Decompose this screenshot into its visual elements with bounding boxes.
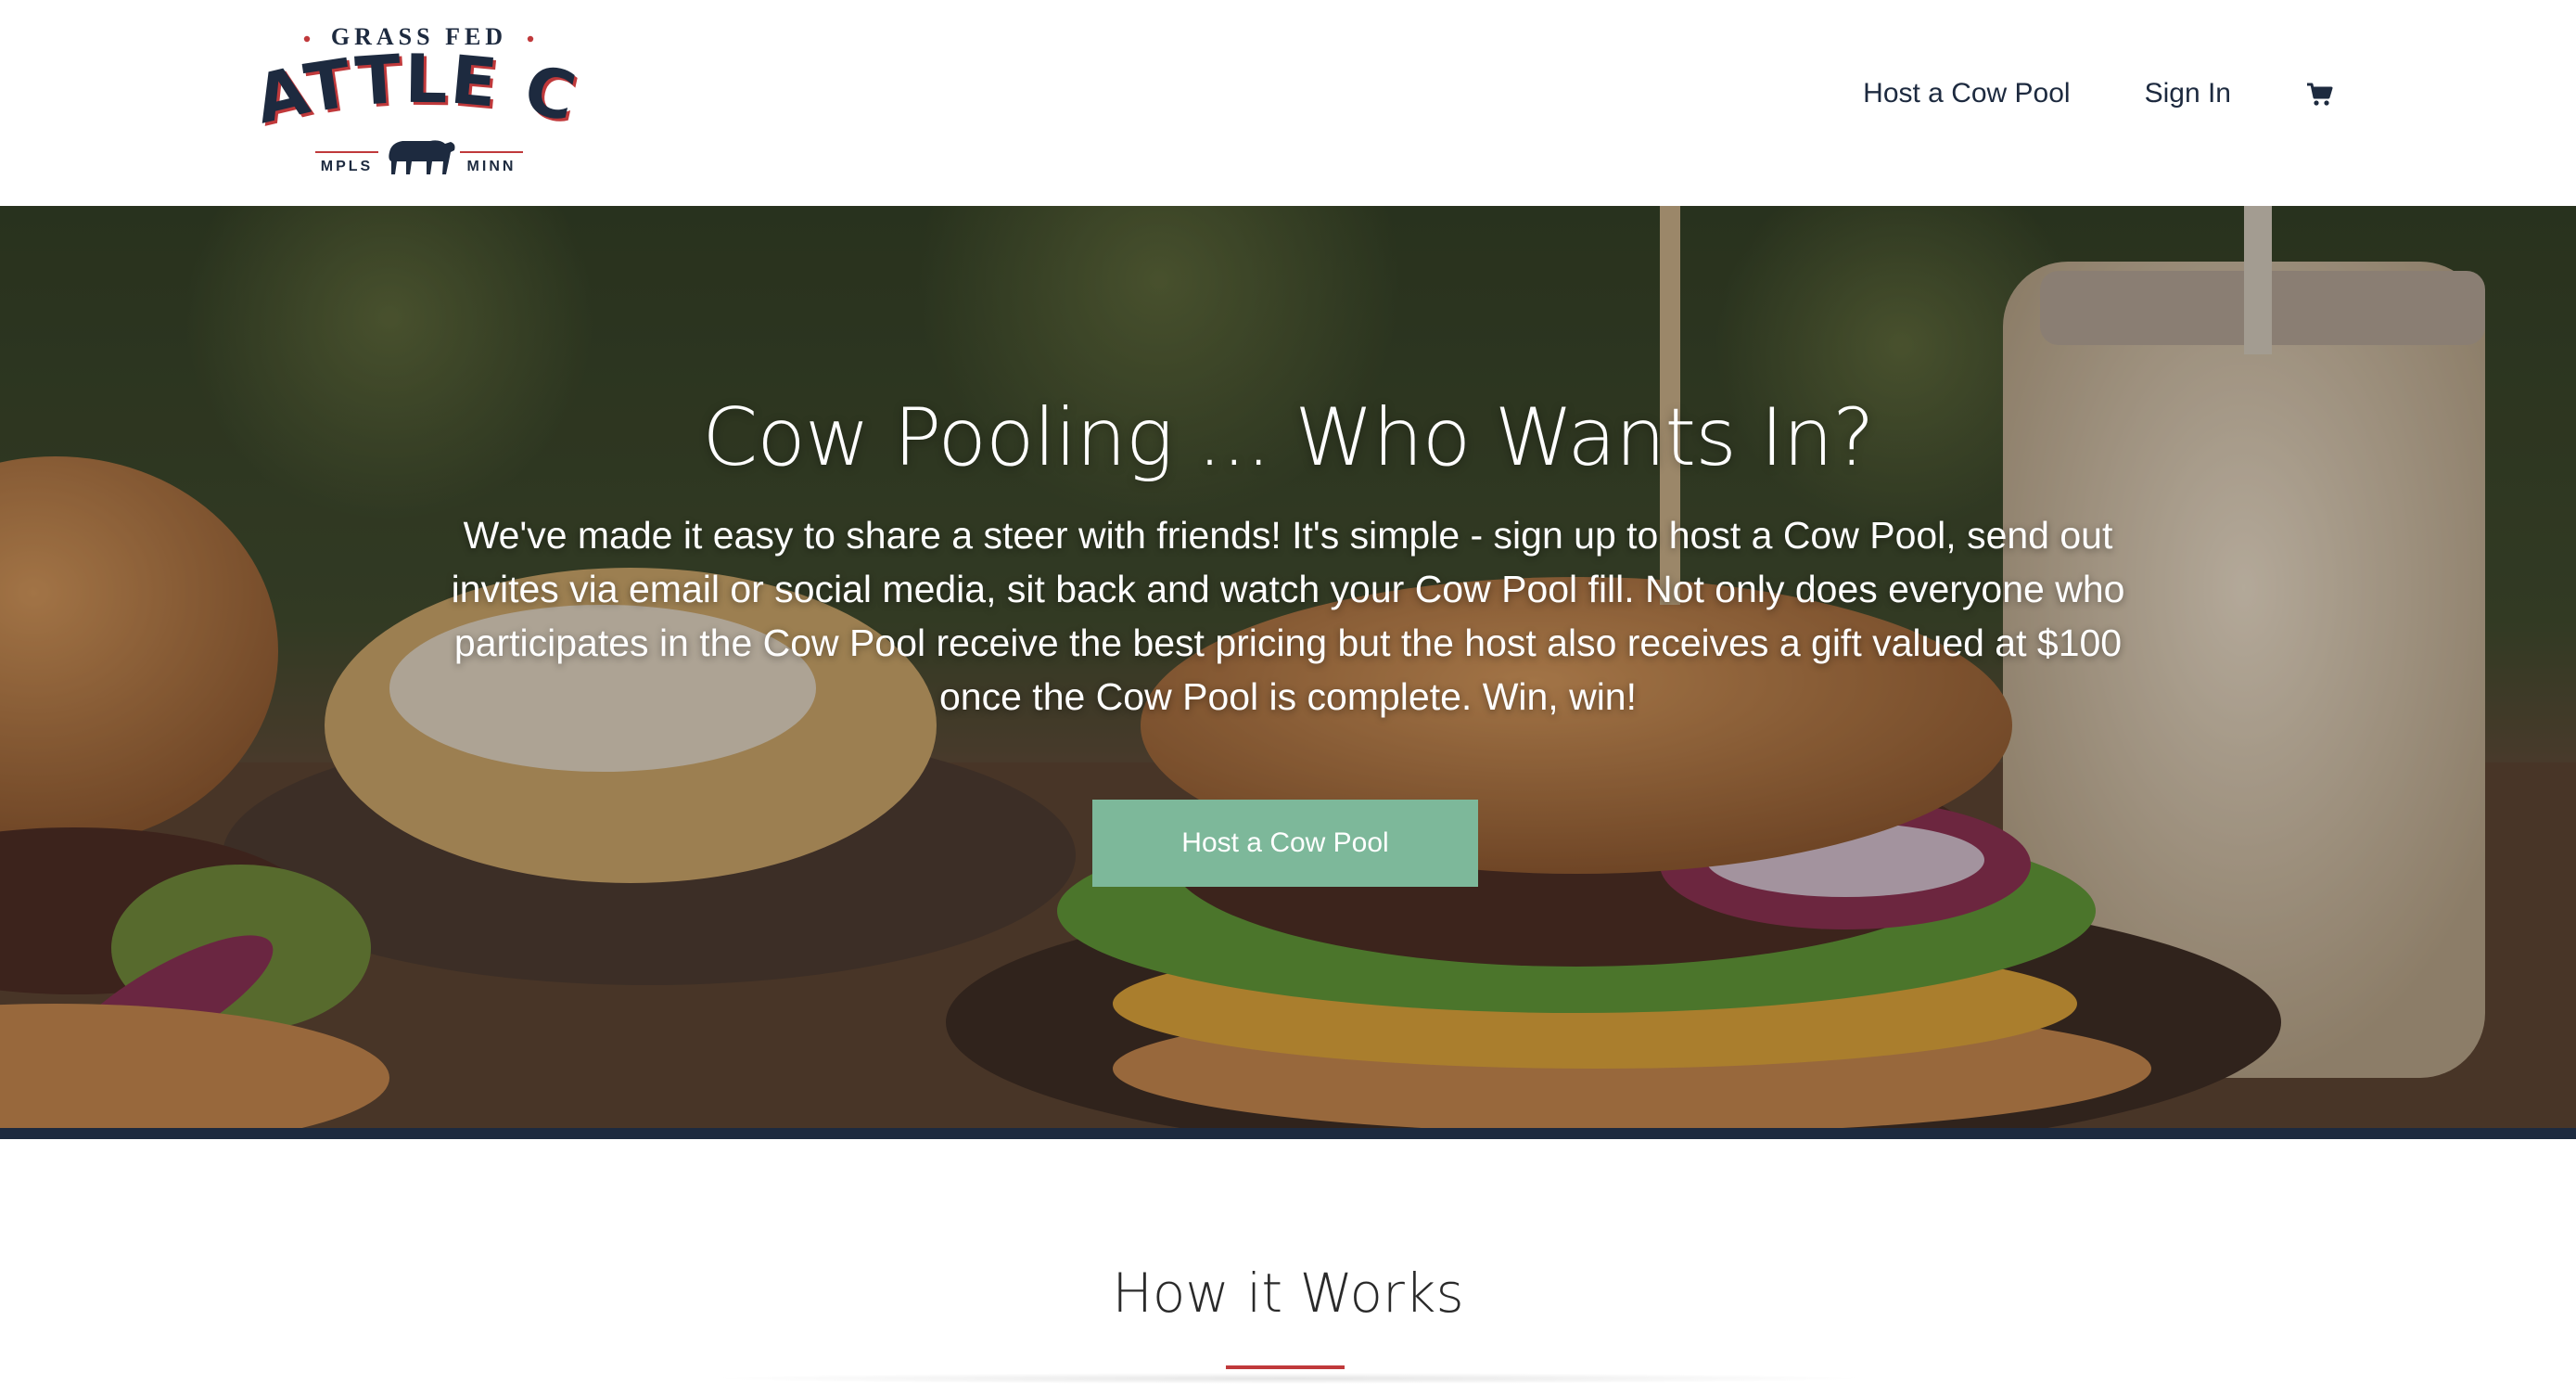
site-header: GRASS FED CATTLE CO CATTLE CO MPLS MINN … <box>0 0 2576 206</box>
main-nav: Host a Cow Pool Sign In <box>1863 78 2333 109</box>
hero-bottom-strip <box>0 1128 2576 1139</box>
nav-sign-in[interactable]: Sign In <box>2145 78 2231 109</box>
logo-city-right: MINN <box>467 159 516 174</box>
logo-city-left: MPLS <box>321 159 373 174</box>
hero-description: We've made it easy to share a steer with… <box>451 514 2125 718</box>
hero-title: Cow Pooling ... Who Wants In? <box>702 391 1875 484</box>
hero-content: Cow Pooling ... Who Wants In? We've made… <box>0 391 2576 724</box>
cow-icon <box>389 140 455 174</box>
how-it-works-divider <box>1226 1365 1345 1369</box>
host-cow-pool-button[interactable]: Host a Cow Pool <box>1092 800 1478 887</box>
section-card-shadow <box>705 1373 1873 1384</box>
how-it-works-title: How it Works <box>1112 1262 1464 1325</box>
hero-section: Cow Pooling ... Who Wants In? We've made… <box>0 206 2576 1128</box>
nav-host-cow-pool[interactable]: Host a Cow Pool <box>1863 78 2070 109</box>
shopping-cart-icon[interactable] <box>2305 80 2333 108</box>
cattle-co-logo[interactable]: GRASS FED CATTLE CO CATTLE CO MPLS MINN <box>249 13 592 180</box>
